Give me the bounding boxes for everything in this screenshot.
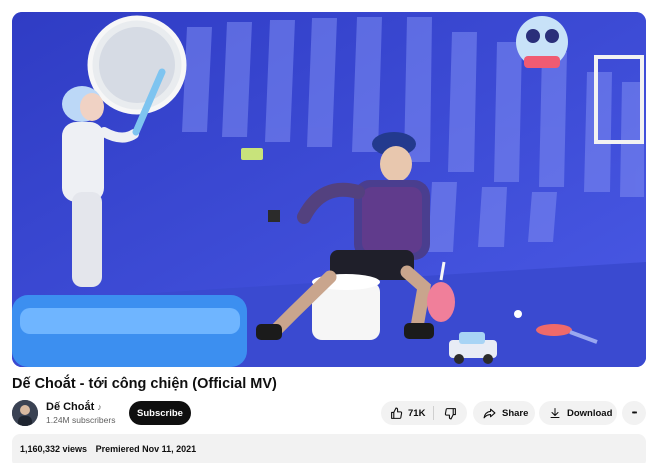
thumbs-down-icon: [444, 407, 456, 419]
view-count: 1,160,332 views: [20, 444, 88, 454]
channel-name-text[interactable]: Dế Choắt: [46, 401, 94, 413]
music-note-icon: ♪: [97, 402, 102, 412]
download-icon: [550, 408, 560, 418]
thumbs-up-icon: [391, 407, 403, 419]
subscribe-button[interactable]: Subscribe: [129, 401, 191, 425]
video-title: Dế Choắt - tới công chiện (Official MV): [12, 376, 277, 392]
download-button[interactable]: Download: [539, 401, 617, 425]
premiere-date: Premiered Nov 11, 2021: [95, 444, 197, 454]
more-horizontal-icon: •••: [631, 409, 637, 417]
more-actions-button[interactable]: •••: [622, 401, 646, 425]
share-arrow-icon: [483, 408, 496, 418]
video-player[interactable]: [12, 12, 646, 367]
subscriber-count: 1.24M subscribers: [46, 415, 116, 425]
channel-row: Dế Choắt ♪ 1.24M subscribers Subscribe 71…: [12, 400, 646, 426]
like-button[interactable]: 71K: [381, 401, 433, 425]
download-label: Download: [567, 407, 613, 419]
share-button[interactable]: Share: [473, 401, 535, 425]
like-count: 71K: [408, 407, 426, 419]
share-label: Share: [502, 407, 529, 419]
description-box[interactable]: 1,160,332 views Premiered Nov 11, 2021: [12, 434, 646, 463]
video-frame: [12, 12, 646, 367]
like-dislike-group: 71K: [381, 401, 467, 425]
dislike-button[interactable]: [434, 401, 467, 425]
description-meta: 1,160,332 views Premiered Nov 11, 2021: [20, 444, 196, 454]
channel-name[interactable]: Dế Choắt ♪: [46, 401, 102, 413]
channel-avatar[interactable]: [12, 400, 38, 426]
